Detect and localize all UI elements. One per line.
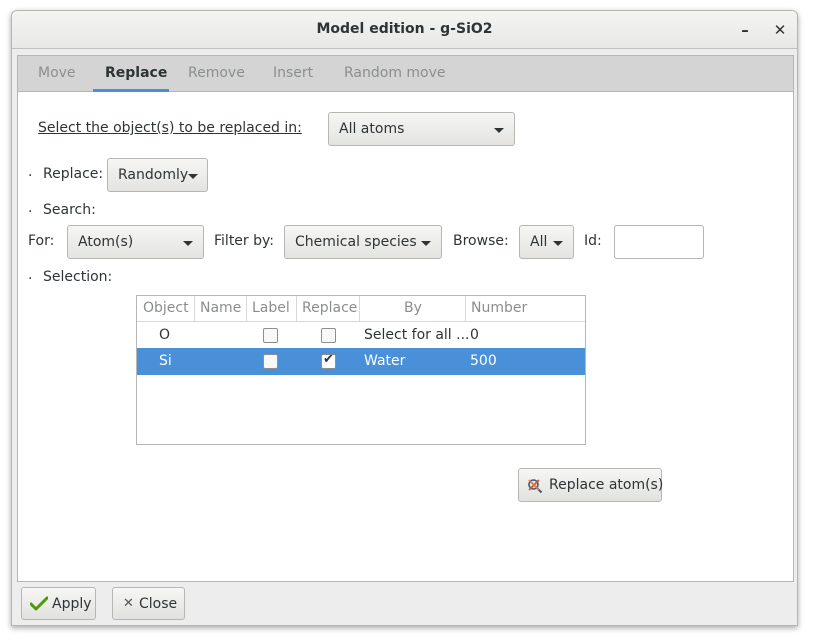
tab-replace[interactable]: Replace <box>105 65 167 81</box>
label-checkbox[interactable] <box>263 328 278 343</box>
chevron-down-icon <box>183 241 193 246</box>
title-bar[interactable]: Model edition - g-SiO2 – ✕ <box>12 11 797 49</box>
replace-checkbox[interactable] <box>321 328 336 343</box>
number-cell: 500 <box>470 353 497 369</box>
close-button[interactable]: ✕ Close <box>112 587 185 620</box>
column-header-by[interactable]: By <box>360 296 466 322</box>
filter-by-combo[interactable]: Chemical species <box>284 225 442 259</box>
close-label: Close <box>139 596 178 612</box>
search-label: Search: <box>43 202 96 218</box>
replace-mode-value: Randomly <box>118 167 189 183</box>
close-window-button[interactable]: ✕ <box>769 19 791 41</box>
select-objects-label: Select the object(s) to be replaced in: <box>38 120 302 136</box>
select-objects-value: All atoms <box>339 121 405 137</box>
main-panel: Move Replace Remove Insert Random move S… <box>17 55 794 582</box>
checkmark-icon <box>30 596 48 611</box>
filter-by-value: Chemical species <box>295 234 417 250</box>
chevron-down-icon <box>553 241 563 246</box>
number-cell: 0 <box>470 327 479 343</box>
close-icon: ✕ <box>123 596 134 611</box>
browse-value: All <box>530 234 548 250</box>
replace-checkbox[interactable] <box>321 352 336 369</box>
chevron-down-icon <box>188 174 198 179</box>
tab-move[interactable]: Move <box>38 65 76 81</box>
minimize-button[interactable]: – <box>734 19 756 41</box>
replace-atoms-button[interactable]: Replace atom(s) <box>518 468 664 502</box>
column-header-object[interactable]: Object <box>137 296 195 322</box>
object-cell: O <box>159 327 171 343</box>
model-edition-window: Model edition - g-SiO2 – ✕ Move Replace … <box>11 10 798 626</box>
apply-button[interactable]: Apply <box>21 587 96 620</box>
column-header-replace[interactable]: Replace <box>297 296 360 322</box>
for-combo[interactable]: Atom(s) <box>67 225 204 259</box>
column-header-number[interactable]: Number <box>466 296 585 322</box>
label-checkbox[interactable] <box>263 354 278 369</box>
active-tab-indicator <box>93 89 169 92</box>
by-cell[interactable]: Water <box>364 353 405 369</box>
for-value: Atom(s) <box>78 234 134 250</box>
column-header-label[interactable]: Label <box>247 296 297 322</box>
tab-random-move[interactable]: Random move <box>344 65 446 81</box>
by-cell[interactable]: Select for all ... <box>364 327 470 343</box>
chevron-down-icon <box>421 241 431 246</box>
chevron-down-icon <box>494 128 504 133</box>
bullet: . <box>28 267 33 283</box>
tab-bar: Move Replace Remove Insert Random move <box>18 56 793 92</box>
window-title: Model edition - g-SiO2 <box>316 21 493 37</box>
for-label: For: <box>28 233 55 249</box>
selection-table[interactable]: Object Name Label Replace By Number O Se… <box>136 295 586 445</box>
object-cell: Si <box>159 353 172 369</box>
selection-label: Selection: <box>43 269 113 285</box>
select-objects-combo[interactable]: All atoms <box>328 112 515 146</box>
id-label: Id: <box>584 233 602 249</box>
tab-remove[interactable]: Remove <box>188 65 245 81</box>
filter-by-label: Filter by: <box>214 233 274 249</box>
replace-label: Replace: <box>43 166 104 182</box>
bullet: . <box>28 200 33 216</box>
table-row[interactable]: O Select for all ... 0 <box>137 322 585 349</box>
replace-mode-combo[interactable]: Randomly <box>107 158 208 192</box>
browse-label: Browse: <box>453 233 509 249</box>
replace-atoms-label: Replace atom(s) <box>549 477 664 493</box>
id-input[interactable] <box>614 225 704 259</box>
tab-insert[interactable]: Insert <box>273 65 313 81</box>
replace-icon <box>528 479 543 494</box>
bullet: . <box>28 164 33 180</box>
table-row[interactable]: Si Water 500 <box>137 348 585 375</box>
browse-combo[interactable]: All <box>519 225 574 259</box>
column-header-name[interactable]: Name <box>195 296 247 322</box>
apply-label: Apply <box>52 596 92 612</box>
